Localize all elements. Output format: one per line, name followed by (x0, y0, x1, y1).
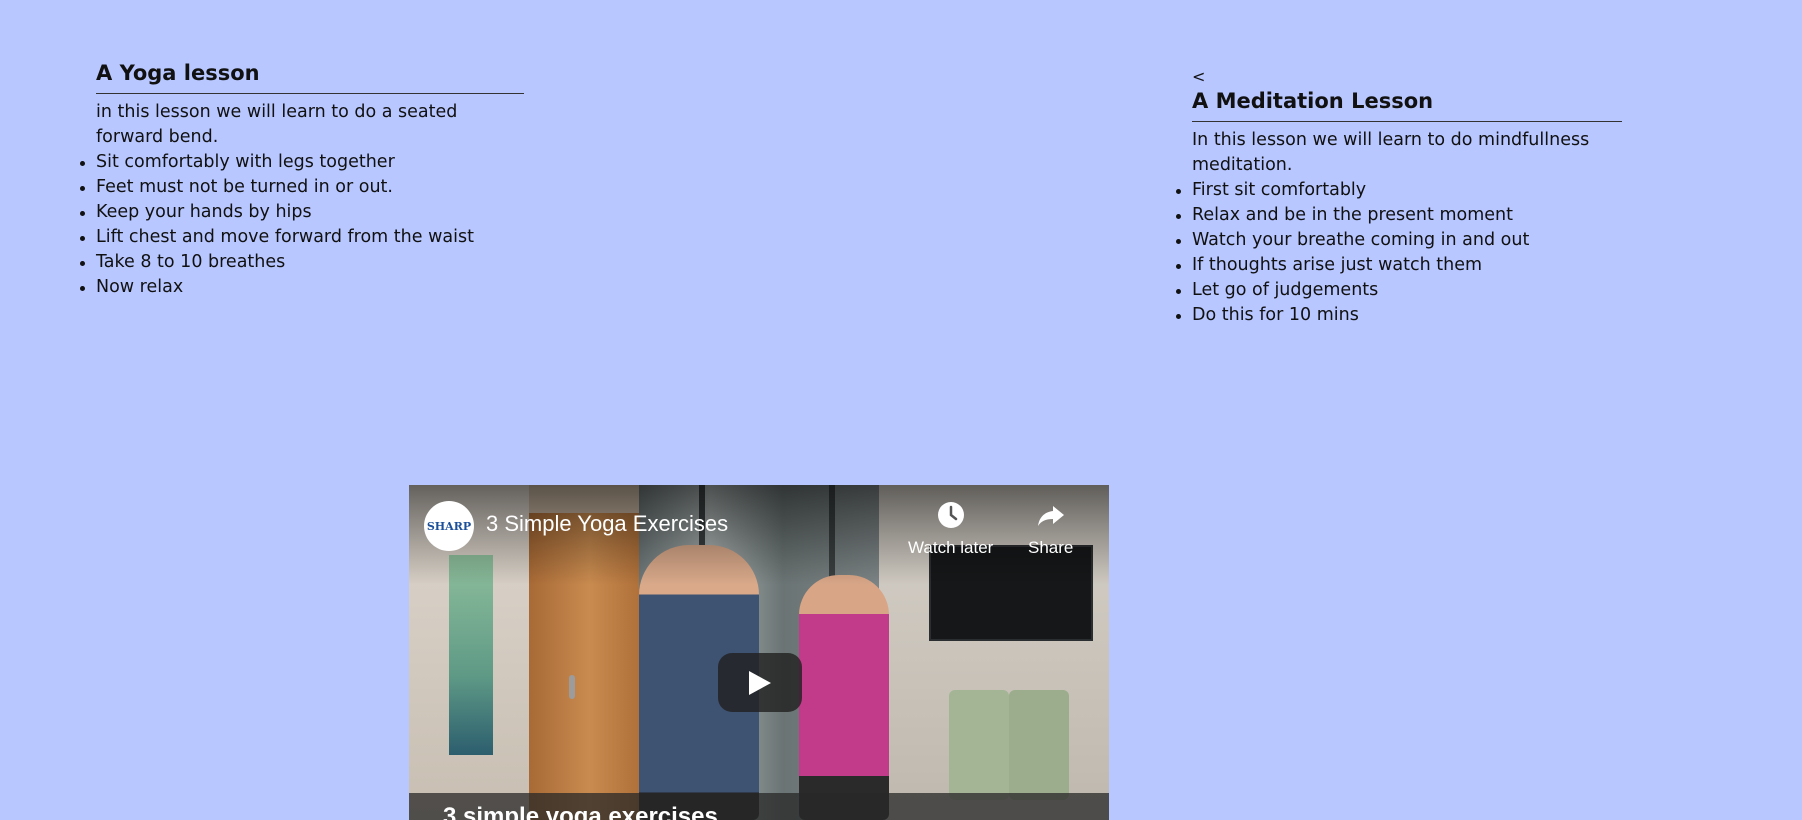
share-arrow-icon (1037, 506, 1064, 526)
video-thumbnail-chair (1009, 690, 1069, 800)
list-item: Let go of judgements (1176, 278, 1622, 303)
yoga-lesson: A Yoga lesson in this lesson we will lea… (80, 58, 524, 300)
clock-icon (937, 502, 964, 528)
video-thumbnail-chair (949, 690, 1009, 800)
list-item: Take 8 to 10 breathes (80, 250, 524, 275)
watch-later-label: Watch later (908, 538, 994, 557)
meditation-lesson-title: A Meditation Lesson (1192, 86, 1622, 122)
back-link[interactable]: < (1192, 68, 1622, 86)
video-caption-text: 3 simple yoga exercises (443, 803, 718, 820)
list-item: Sit comfortably with legs together (80, 150, 524, 175)
list-item: If thoughts arise just watch them (1176, 253, 1622, 278)
list-item: Watch your breathe coming in and out (1176, 228, 1622, 253)
list-item: First sit comfortably (1176, 178, 1622, 203)
list-item: Do this for 10 mins (1176, 303, 1622, 328)
yoga-lesson-intro: in this lesson we will learn to do a sea… (96, 102, 458, 147)
list-item: Now relax (80, 275, 524, 300)
video-thumbnail-person (799, 575, 889, 820)
video-thumbnail-painting (449, 555, 493, 755)
list-item: Keep your hands by hips (80, 200, 524, 225)
watch-later-button[interactable]: Watch later (908, 500, 993, 558)
yoga-steps-list: Sit comfortably with legs together Feet … (80, 150, 524, 300)
video-title[interactable]: 3 Simple Yoga Exercises (486, 511, 728, 537)
share-label: Share (1028, 538, 1074, 557)
video-thumbnail-door-handle (569, 675, 575, 699)
meditation-lesson-intro: In this lesson we will learn to do mindf… (1192, 130, 1590, 175)
share-button[interactable]: Share (1028, 500, 1073, 558)
video-embed[interactable]: SHARP 3 Simple Yoga Exercises Watch late… (409, 485, 1109, 820)
list-item: Relax and be in the present moment (1176, 203, 1622, 228)
meditation-lesson: < A Meditation Lesson In this lesson we … (1176, 68, 1622, 328)
play-button[interactable] (718, 653, 802, 712)
yoga-lesson-title: A Yoga lesson (96, 58, 524, 94)
meditation-steps-list: First sit comfortably Relax and be in th… (1176, 178, 1622, 328)
play-icon (749, 670, 771, 695)
list-item: Feet must not be turned in or out. (80, 175, 524, 200)
page: A Yoga lesson in this lesson we will lea… (0, 0, 1802, 820)
channel-logo[interactable]: SHARP (424, 501, 474, 551)
list-item: Lift chest and move forward from the wai… (80, 225, 524, 250)
